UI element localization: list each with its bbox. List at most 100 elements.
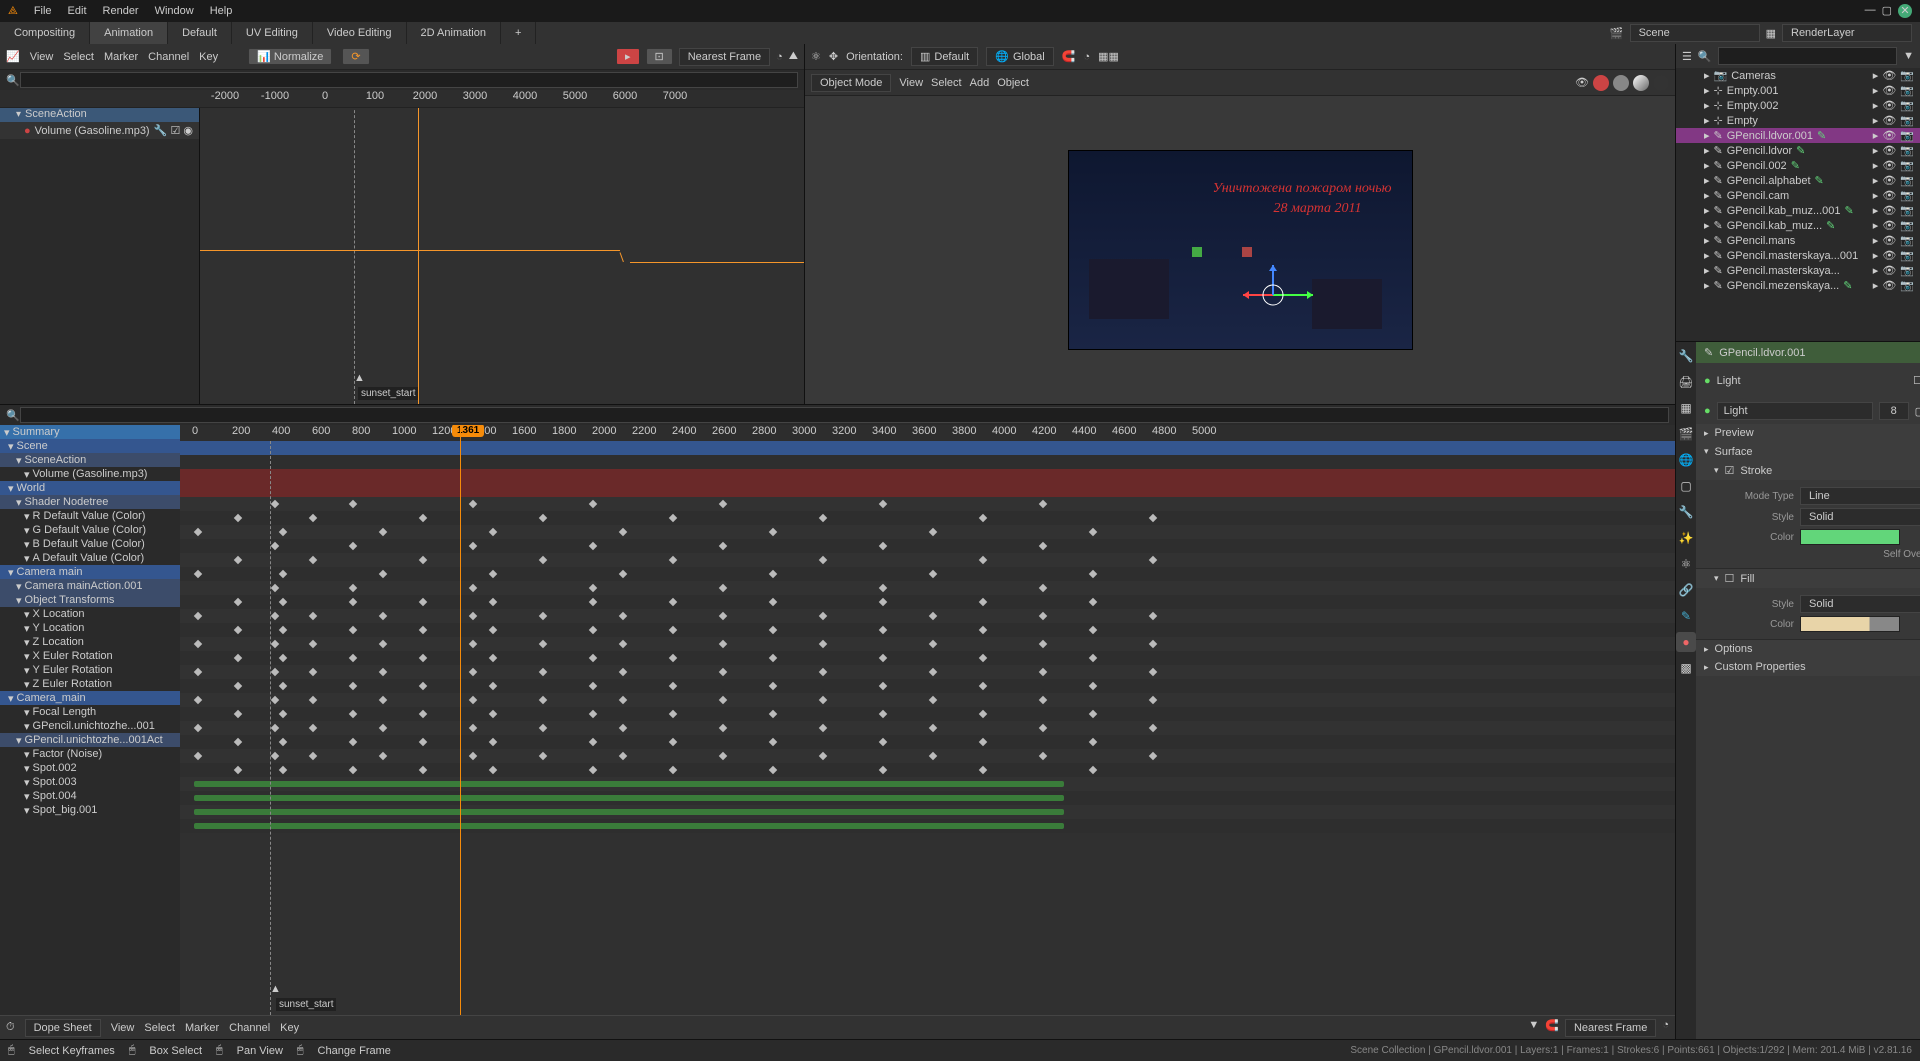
restrict-select-icon[interactable]: ▸ <box>1873 69 1879 82</box>
ds-channel[interactable]: ▾Object Transforms <box>0 593 180 607</box>
keyframe[interactable] <box>929 696 937 704</box>
ds-menu-marker[interactable]: Marker <box>185 1022 219 1034</box>
transform-gizmo[interactable] <box>1233 260 1323 330</box>
keyframe[interactable] <box>469 542 477 550</box>
keyframe[interactable] <box>619 752 627 760</box>
keyframe[interactable] <box>819 752 827 760</box>
visibility-icon[interactable]: 👁 <box>1882 249 1896 262</box>
restrict-select-icon[interactable]: ▸ <box>1873 279 1879 292</box>
panel-surface[interactable]: ▾Surface☰ <box>1696 442 1920 461</box>
keyframe[interactable] <box>349 766 357 774</box>
stroke-style-dropdown[interactable]: Solid <box>1800 508 1920 526</box>
ds-menu-key[interactable]: Key <box>280 1022 299 1034</box>
keyframe[interactable] <box>979 766 987 774</box>
restrict-select-icon[interactable]: ▸ <box>1873 174 1879 187</box>
keyframe[interactable] <box>669 556 677 564</box>
restrict-render-icon[interactable]: 📷 <box>1900 129 1914 142</box>
gpencil-bar[interactable] <box>194 795 1064 801</box>
keyframe[interactable] <box>929 612 937 620</box>
keyframe[interactable] <box>469 584 477 592</box>
keyframe[interactable] <box>539 640 547 648</box>
keyframe[interactable] <box>271 500 279 508</box>
track-row[interactable] <box>180 483 1675 497</box>
keyframe[interactable] <box>929 528 937 536</box>
keyframe[interactable] <box>419 598 427 606</box>
keyframe[interactable] <box>819 514 827 522</box>
keyframe[interactable] <box>719 500 727 508</box>
keyframe[interactable] <box>589 654 597 662</box>
visibility-icon[interactable]: 👁 <box>1882 69 1896 82</box>
prop-tab-physics[interactable]: ⚛ <box>1676 554 1696 574</box>
ds-channel[interactable]: ▾World <box>0 481 180 495</box>
ds-channel[interactable]: ▾Camera main <box>0 565 180 579</box>
prop-falloff-icon[interactable]: ⛰ <box>789 50 798 63</box>
restrict-select-icon[interactable]: ▸ <box>1873 144 1879 157</box>
keyframe[interactable] <box>929 668 937 676</box>
layer-visibility-icon[interactable]: ☐ <box>1913 374 1920 387</box>
restrict-select-icon[interactable]: ▸ <box>1873 204 1879 217</box>
keyframe[interactable] <box>979 514 987 522</box>
ds-channel[interactable]: ▾Z Location <box>0 635 180 649</box>
keyframe[interactable] <box>769 738 777 746</box>
keyframe[interactable] <box>271 640 279 648</box>
keyframe[interactable] <box>194 640 202 648</box>
marker-label[interactable]: sunset_start <box>276 998 336 1011</box>
visibility-icon[interactable]: 👁 <box>1882 129 1896 142</box>
filter-icon[interactable]: ▼ <box>1903 50 1914 62</box>
keyframe[interactable] <box>589 682 597 690</box>
prop-tab-world[interactable]: 🌐 <box>1676 450 1696 470</box>
keyframe[interactable] <box>589 626 597 634</box>
keyframe[interactable] <box>1039 640 1047 648</box>
keyframe[interactable] <box>234 654 242 662</box>
keyframe[interactable] <box>539 696 547 704</box>
keyframe[interactable] <box>589 710 597 718</box>
vp-menu-object[interactable]: Object <box>997 77 1029 89</box>
ds-channel[interactable]: ▾Spot.002 <box>0 761 180 775</box>
keyframe[interactable] <box>979 710 987 718</box>
keyframe[interactable] <box>194 612 202 620</box>
keyframe[interactable] <box>279 710 287 718</box>
restrict-render-icon[interactable]: 📷 <box>1900 144 1914 157</box>
restrict-render-icon[interactable]: 📷 <box>1900 234 1914 247</box>
ds-channel[interactable]: ▾G Default Value (Color) <box>0 523 180 537</box>
vp-menu-view[interactable]: View <box>899 77 923 89</box>
visibility-icon[interactable]: 👁 <box>1882 114 1896 127</box>
track-row[interactable] <box>180 777 1675 791</box>
visibility-icon[interactable]: 👁 <box>1882 279 1896 292</box>
prop-tab-object[interactable]: ▢ <box>1676 476 1696 496</box>
fill-style-dropdown[interactable]: Solid <box>1800 595 1920 613</box>
keyframe[interactable] <box>1089 738 1097 746</box>
keyframe[interactable] <box>349 598 357 606</box>
editor-type-icon[interactable]: ⏱ <box>6 1021 15 1034</box>
keyframe[interactable] <box>819 640 827 648</box>
keyframe[interactable] <box>1089 710 1097 718</box>
keyframe[interactable] <box>619 640 627 648</box>
restrict-select-icon[interactable]: ▸ <box>1873 129 1879 142</box>
keyframe[interactable] <box>279 682 287 690</box>
track-row[interactable] <box>180 511 1675 525</box>
track-row[interactable] <box>180 469 1675 483</box>
ds-channel[interactable]: ▾SceneAction <box>0 453 180 467</box>
ds-channel[interactable]: ▾Summary <box>0 425 180 439</box>
track-row[interactable] <box>180 791 1675 805</box>
visibility-icon[interactable]: 👁 <box>1882 264 1896 277</box>
keyframe[interactable] <box>589 598 597 606</box>
material-name[interactable] <box>1717 402 1873 420</box>
keyframe[interactable] <box>619 668 627 676</box>
keyframe[interactable] <box>819 556 827 564</box>
keyframe[interactable] <box>309 612 317 620</box>
keyframe[interactable] <box>271 696 279 704</box>
menu-help[interactable]: Help <box>210 5 233 17</box>
keyframe[interactable] <box>669 654 677 662</box>
transform-dropdown[interactable]: 🌐 Global <box>986 47 1054 66</box>
gpencil-bar[interactable] <box>194 809 1064 815</box>
keyframe[interactable] <box>234 598 242 606</box>
keyframe[interactable] <box>669 626 677 634</box>
keyframe[interactable] <box>539 724 547 732</box>
restrict-select-icon[interactable]: ▸ <box>1873 189 1879 202</box>
keyframe[interactable] <box>979 556 987 564</box>
keyframe[interactable] <box>489 598 497 606</box>
visibility-icon[interactable]: 👁 <box>1882 174 1896 187</box>
keyframe[interactable] <box>589 766 597 774</box>
keyframe[interactable] <box>279 626 287 634</box>
